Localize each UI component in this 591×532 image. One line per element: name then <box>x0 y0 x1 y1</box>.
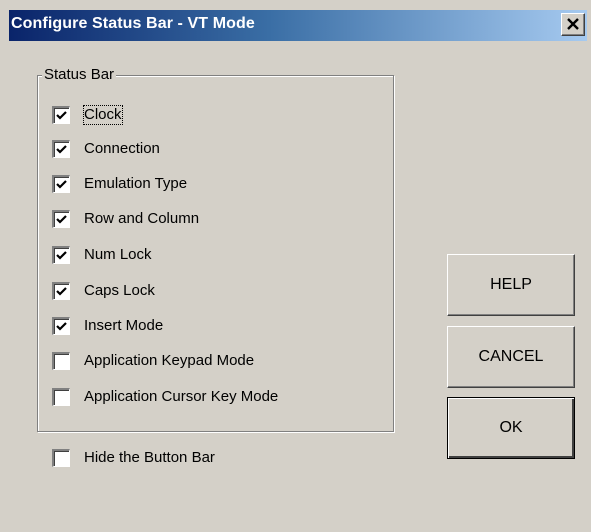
application-cursor-key-mode-checkbox[interactable] <box>52 388 70 406</box>
clock-option[interactable]: Clock <box>52 104 123 126</box>
dialog-window: Configure Status Bar - VT Mode Status Ba… <box>0 0 591 532</box>
emulation-type-checkbox[interactable] <box>52 175 70 193</box>
ok-button[interactable]: OK <box>447 397 575 459</box>
connection-label: Connection <box>84 140 160 157</box>
hide-button-bar-checkbox[interactable] <box>52 449 70 467</box>
checkmark-icon <box>56 145 67 154</box>
row-and-column-checkbox[interactable] <box>52 210 70 228</box>
title-bar[interactable]: Configure Status Bar - VT Mode <box>9 10 587 41</box>
num-lock-label: Num Lock <box>84 246 152 263</box>
row-and-column-option[interactable]: Row and Column <box>52 208 199 230</box>
checkmark-icon <box>56 180 67 189</box>
emulation-type-option[interactable]: Emulation Type <box>52 173 187 195</box>
caps-lock-checkbox[interactable] <box>52 282 70 300</box>
application-cursor-key-mode-label: Application Cursor Key Mode <box>84 388 279 405</box>
application-keypad-mode-checkbox[interactable] <box>52 352 70 370</box>
insert-mode-checkbox[interactable] <box>52 317 70 335</box>
help-button[interactable]: HELP <box>447 254 575 316</box>
close-button[interactable] <box>561 13 585 36</box>
insert-mode-label: Insert Mode <box>84 317 164 334</box>
connection-option[interactable]: Connection <box>52 138 160 160</box>
application-cursor-key-mode-option[interactable]: Application Cursor Key Mode <box>52 386 278 408</box>
caps-lock-option[interactable]: Caps Lock <box>52 280 155 302</box>
caps-lock-label: Caps Lock <box>84 282 155 299</box>
clock-checkbox[interactable] <box>52 106 70 124</box>
connection-checkbox[interactable] <box>52 140 70 158</box>
hide-button-bar-label: Hide the Button Bar <box>84 449 215 466</box>
checkmark-icon <box>56 251 67 260</box>
cancel-button[interactable]: CANCEL <box>447 326 575 388</box>
close-icon <box>567 18 579 30</box>
emulation-type-label: Emulation Type <box>84 175 188 192</box>
num-lock-checkbox[interactable] <box>52 246 70 264</box>
application-keypad-mode-label: Application Keypad Mode <box>84 352 255 369</box>
window-title: Configure Status Bar - VT Mode <box>11 15 255 32</box>
hide-button-bar-option[interactable]: Hide the Button Bar <box>52 447 215 469</box>
checkmark-icon <box>56 287 67 296</box>
clock-label: Clock <box>83 105 123 125</box>
row-and-column-label: Row and Column <box>84 210 200 227</box>
status-bar-group-label: Status Bar <box>42 66 117 84</box>
insert-mode-option[interactable]: Insert Mode <box>52 315 163 337</box>
checkmark-icon <box>56 322 67 331</box>
checkmark-icon <box>56 215 67 224</box>
num-lock-option[interactable]: Num Lock <box>52 244 152 266</box>
application-keypad-mode-option[interactable]: Application Keypad Mode <box>52 350 254 372</box>
checkmark-icon <box>56 111 67 120</box>
